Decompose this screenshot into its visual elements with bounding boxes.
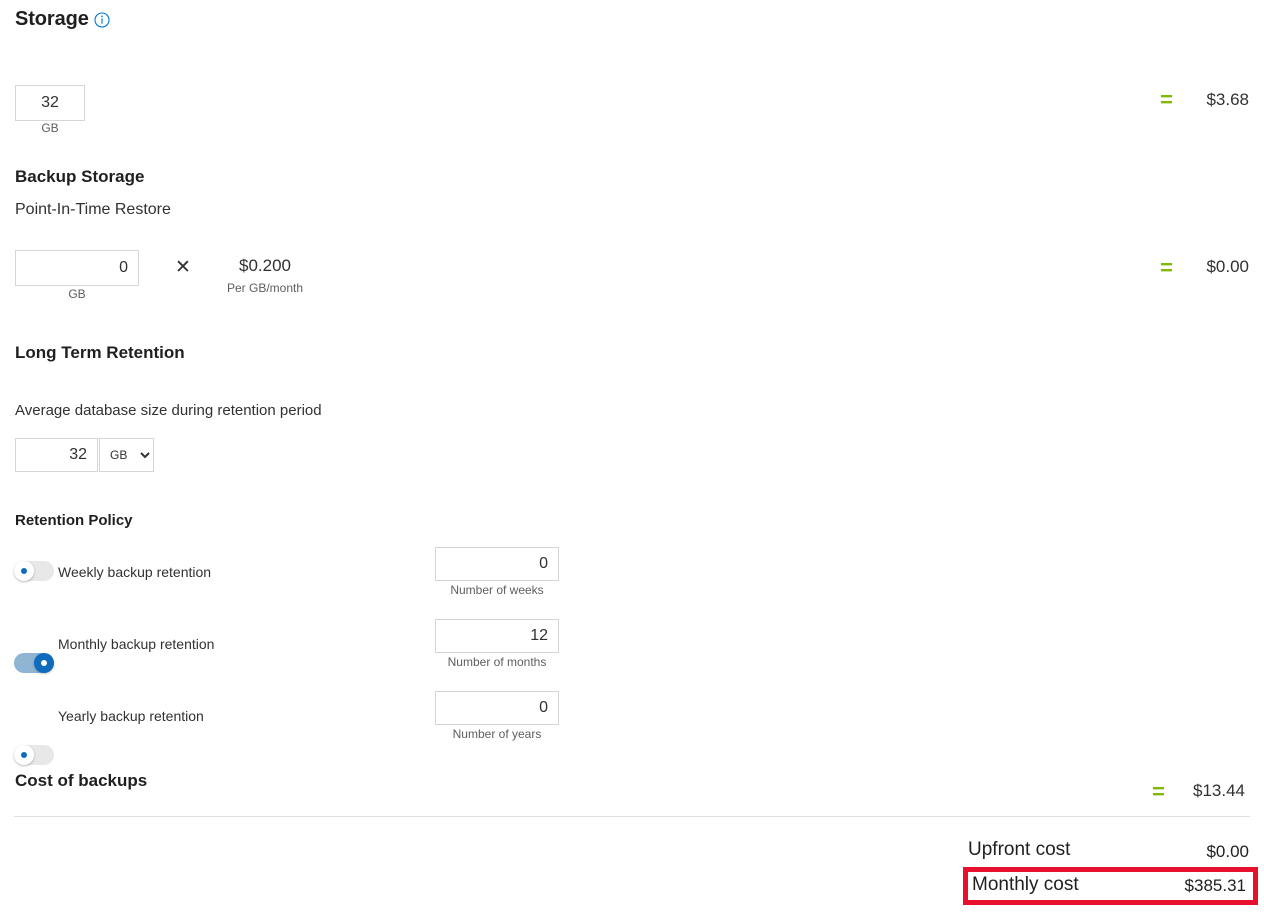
cost-of-backups-label: Cost of backups [15,771,148,790]
toggle-weekly-backup-retention[interactable] [14,561,54,581]
pitr-rate-caption: Per GB/month [226,281,304,295]
monthly-retention-input[interactable] [435,619,559,653]
toggle-knob [14,745,34,765]
toggle-monthly-backup-retention[interactable] [14,653,54,673]
yearly-retention-input[interactable] [435,691,559,725]
toggle-knob [14,561,34,581]
pitr-size-unit-label: GB [68,287,86,301]
storage-size-unit-label: GB [41,121,59,135]
totals-divider [14,816,1250,817]
toggle-dot [21,752,27,758]
weekly-retention-helper: Number of weeks [450,583,544,597]
ltr-unit-select[interactable]: GBTBMB [99,438,154,472]
storage-cost-value: $3.68 [1206,90,1249,109]
storage-section-title: Storage [15,6,110,33]
retention-policy-title: Retention Policy [15,512,133,529]
toggle-dot [41,660,47,666]
pitr-rate-value: $0.200 [239,256,291,275]
toggle-yearly-backup-retention[interactable] [14,745,54,765]
pitr-cost-value: $0.00 [1206,257,1249,276]
weekly-retention-input[interactable] [435,547,559,581]
pitr-multiply-sign: ✕ [175,257,191,278]
monthly-retention-helper: Number of months [447,655,547,669]
cost-of-backups-value: $13.44 [1193,781,1245,800]
monthly-cost-value: $385.31 [1184,876,1246,895]
toggle-dot [21,568,27,574]
ltr-avg-size-input[interactable] [15,438,98,472]
label-monthly-backup-retention: Monthly backup retention [58,636,215,652]
ltr-avg-size-label: Average database size during retention p… [15,402,322,419]
pitr-size-input[interactable] [15,250,139,286]
backup-storage-title: Backup Storage [15,167,145,186]
label-weekly-backup-retention: Weekly backup retention [58,564,212,580]
storage-title-text: Storage [15,8,89,30]
pitr-title: Point-In-Time Restore [15,201,171,218]
info-circle-icon[interactable] [94,7,110,33]
upfront-cost-value: $0.00 [1206,842,1249,861]
toggle-knob [34,653,54,673]
storage-size-input[interactable] [15,85,85,121]
label-yearly-backup-retention: Yearly backup retention [58,708,204,724]
ltr-title: Long Term Retention [15,343,185,362]
yearly-retention-helper: Number of years [452,727,542,741]
